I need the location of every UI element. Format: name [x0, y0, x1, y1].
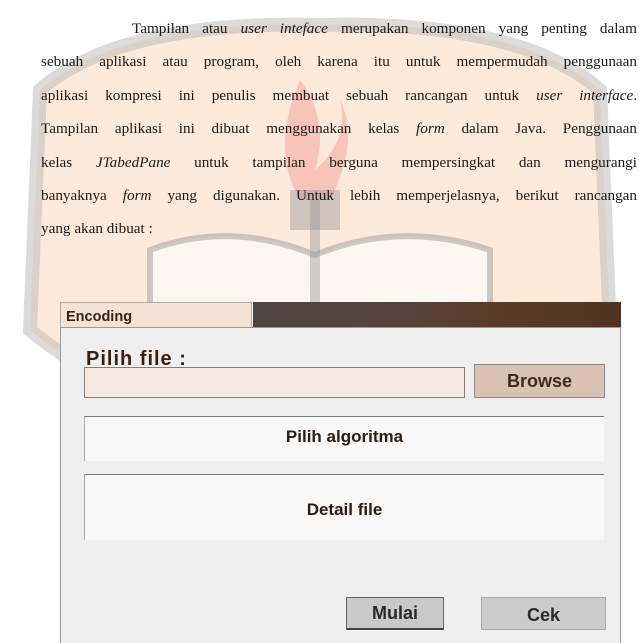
text-run: banyaknya	[41, 186, 123, 204]
body-paragraph: Tampilan atau user inteface merupakan ko…	[41, 12, 637, 246]
italic-term: user interface	[536, 86, 634, 104]
file-path-input[interactable]	[84, 367, 465, 398]
check-button[interactable]: Cek	[481, 597, 606, 630]
tab-strip-background	[253, 302, 621, 327]
text-run: dalam Java. Penggunaan	[444, 120, 637, 138]
text-run: sebuah aplikasi atau program, oleh karen…	[41, 53, 637, 71]
paragraph-line: yang akan dibuat :	[41, 212, 637, 245]
text-run: kelas	[41, 153, 96, 171]
encoding-window-mockup: Encoding Pilih file : Browse Pilih algor…	[60, 302, 621, 643]
browse-button[interactable]: Browse	[474, 364, 605, 398]
text-run: merupakan komponen yang penting dalam	[327, 20, 637, 37]
text-run: aplikasi kompresi ini penulis membuat se…	[41, 86, 537, 104]
tab-encoding[interactable]: Encoding	[60, 302, 252, 327]
italic-term: user inteface	[240, 20, 328, 37]
text-run: Tampilan atau	[132, 20, 241, 37]
text-run: .	[633, 86, 637, 104]
paragraph-line: Tampilan aplikasi ini dibuat menggunakan…	[41, 112, 637, 145]
paragraph-line: kelas JTabedPane untuk tampilan berguna …	[41, 146, 637, 179]
paragraph-line: Tampilan atau user inteface merupakan ko…	[41, 12, 637, 45]
paragraph-line: aplikasi kompresi ini penulis membuat se…	[41, 79, 637, 112]
italic-term: JTabedPane	[95, 153, 171, 171]
text-run: Tampilan aplikasi ini dibuat menggunakan…	[41, 120, 417, 138]
tab-bar: Encoding	[60, 302, 621, 327]
paragraph-line: banyaknya form yang digunakan. Untuk leb…	[41, 179, 637, 212]
algorithm-group: Pilih algoritma	[84, 416, 604, 461]
text-run: yang akan dibuat :	[41, 220, 153, 238]
text-run: untuk tampilan berguna mempersingkat dan…	[170, 153, 637, 171]
italic-term: form	[122, 186, 152, 204]
encoding-panel: Pilih file : Browse Pilih algoritma Deta…	[60, 327, 621, 643]
text-run: yang digunakan. Untuk lebih memperjelasn…	[151, 186, 637, 204]
paragraph-line: sebuah aplikasi atau program, oleh karen…	[41, 45, 637, 78]
start-button[interactable]: Mulai	[346, 597, 444, 630]
italic-term: form	[416, 120, 445, 138]
file-detail-group: Detail file	[84, 474, 604, 540]
